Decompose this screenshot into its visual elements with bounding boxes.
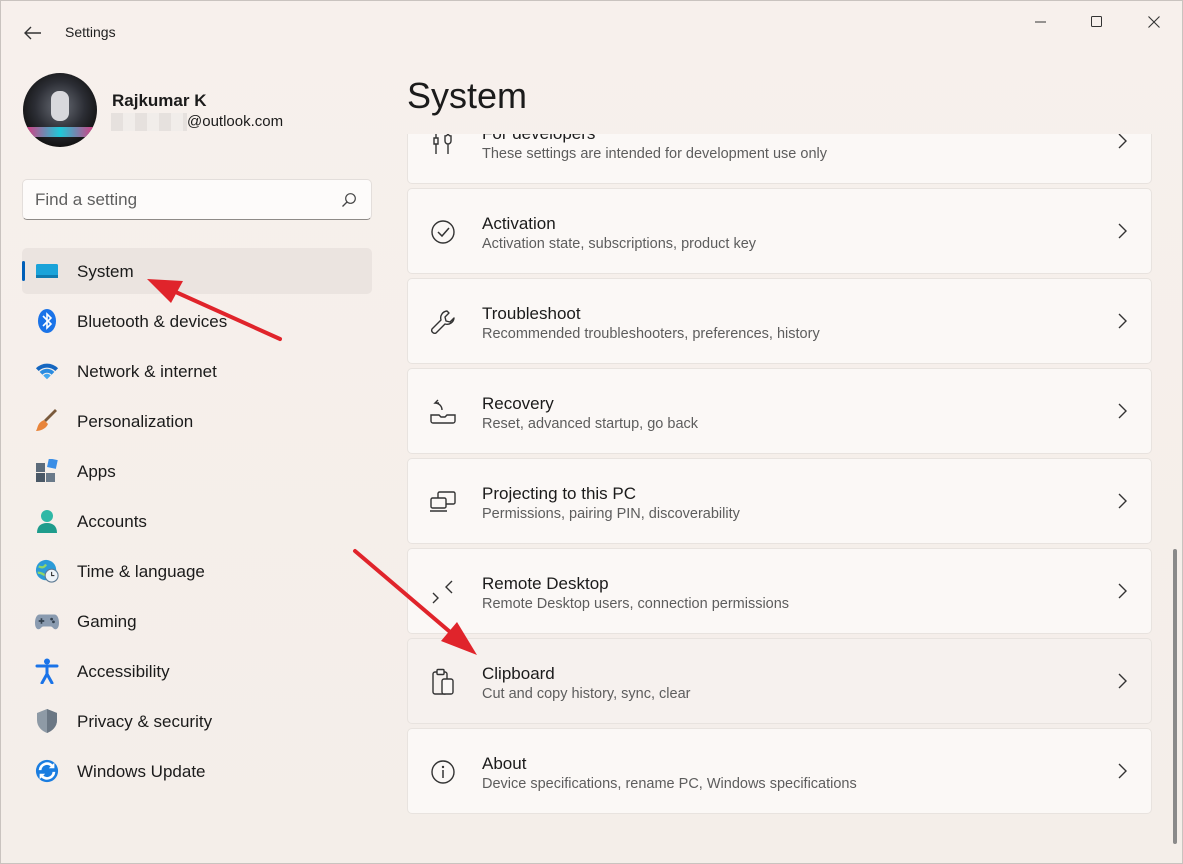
projecting-icon (428, 487, 458, 517)
card-description: Permissions, pairing PIN, discoverabilit… (482, 506, 740, 522)
app-title: Settings (65, 24, 116, 40)
minimize-button[interactable] (1018, 9, 1064, 35)
sidebar-item-time-language[interactable]: Time & language (22, 548, 372, 594)
info-icon (428, 757, 458, 787)
chevron-right-icon (1118, 403, 1127, 419)
card-description: Reset, advanced startup, go back (482, 416, 699, 432)
system-icon (35, 259, 59, 283)
sidebar-item-label: Network & internet (77, 362, 217, 381)
close-button[interactable] (1131, 9, 1177, 35)
search-icon[interactable] (341, 192, 357, 208)
sidebar-item-label: Time & language (77, 562, 205, 581)
sidebar-nav: System Bluetooth & devices Network & int… (22, 248, 372, 798)
card-description: Recommended troubleshooters, preferences… (482, 326, 820, 342)
card-about[interactable]: About Device specifications, rename PC, … (407, 728, 1152, 814)
title-bar: Settings (1, 1, 1182, 65)
settings-list: For developers These settings are intend… (407, 134, 1152, 864)
gamepad-icon (35, 609, 59, 633)
update-icon (35, 759, 59, 783)
close-icon (1148, 16, 1160, 28)
chevron-right-icon (1118, 673, 1127, 689)
card-title: About (482, 754, 527, 773)
maximize-button[interactable] (1074, 9, 1120, 35)
sidebar-item-system[interactable]: System (22, 248, 372, 294)
sidebar-item-accessibility[interactable]: Accessibility (22, 648, 372, 694)
sidebar-item-apps[interactable]: Apps (22, 448, 372, 494)
bluetooth-icon (35, 309, 59, 333)
wrench-icon (428, 307, 458, 337)
clipboard-icon (428, 667, 458, 697)
chevron-right-icon (1118, 313, 1127, 329)
card-for-developers[interactable]: For developers These settings are intend… (407, 134, 1152, 184)
settings-window: Settings Rajkumar K @outlook.com Find a … (0, 0, 1183, 864)
maximize-icon (1091, 16, 1102, 27)
profile-email: @outlook.com (187, 113, 284, 130)
search-box[interactable] (22, 179, 372, 220)
developer-tools-icon (428, 134, 458, 157)
sidebar-item-gaming[interactable]: Gaming (22, 598, 372, 644)
paintbrush-icon (35, 409, 59, 433)
card-remote-desktop[interactable]: Remote Desktop Remote Desktop users, con… (407, 548, 1152, 634)
chevron-right-icon (1118, 763, 1127, 779)
sidebar-item-label: Windows Update (77, 762, 206, 781)
card-description: Activation state, subscriptions, product… (482, 236, 757, 252)
card-projecting[interactable]: Projecting to this PC Permissions, pairi… (407, 458, 1152, 544)
card-title: Troubleshoot (482, 304, 581, 323)
card-title: For developers (482, 134, 595, 144)
wifi-icon (35, 359, 59, 383)
back-button[interactable] (19, 21, 47, 45)
card-clipboard[interactable]: Clipboard Cut and copy history, sync, cl… (407, 638, 1152, 724)
card-activation[interactable]: Activation Activation state, subscriptio… (407, 188, 1152, 274)
sidebar-item-privacy[interactable]: Privacy & security (22, 698, 372, 744)
sidebar-item-label: Gaming (77, 612, 137, 631)
card-description: These settings are intended for developm… (482, 146, 827, 162)
chevron-right-icon (1118, 223, 1127, 239)
sidebar-item-personalization[interactable]: Personalization (22, 398, 372, 444)
page-title: System (407, 75, 528, 116)
chevron-right-icon (1118, 493, 1127, 509)
minimize-icon (1035, 21, 1046, 23)
sidebar-item-label: Personalization (77, 412, 194, 431)
sidebar-item-label: Apps (77, 462, 116, 481)
scrollbar-thumb[interactable] (1173, 549, 1177, 844)
card-title: Remote Desktop (482, 574, 609, 593)
email-redaction (111, 113, 187, 131)
card-title: Clipboard (482, 664, 555, 683)
avatar[interactable] (23, 73, 97, 147)
remote-desktop-icon (428, 577, 458, 607)
card-title: Projecting to this PC (482, 484, 637, 503)
search-input[interactable] (35, 188, 335, 212)
chevron-right-icon (1118, 583, 1127, 599)
card-troubleshoot[interactable]: Troubleshoot Recommended troubleshooters… (407, 278, 1152, 364)
recovery-icon (428, 397, 458, 427)
apps-icon (35, 459, 59, 483)
check-circle-icon (428, 217, 458, 247)
sidebar-item-network[interactable]: Network & internet (22, 348, 372, 394)
sidebar-item-label: Accessibility (77, 662, 170, 681)
card-title: Activation (482, 214, 556, 233)
globe-clock-icon (35, 559, 59, 583)
card-title: Recovery (482, 394, 554, 413)
card-description: Remote Desktop users, connection permiss… (482, 596, 790, 612)
sidebar-item-label: Accounts (77, 512, 147, 531)
accounts-icon (35, 509, 59, 533)
card-description: Cut and copy history, sync, clear (482, 686, 691, 702)
sidebar-item-label: Privacy & security (77, 712, 213, 731)
accessibility-icon (35, 658, 59, 684)
sidebar-item-windows-update[interactable]: Windows Update (22, 748, 372, 794)
sidebar-item-accounts[interactable]: Accounts (22, 498, 372, 544)
profile-name: Rajkumar K (112, 91, 207, 110)
chevron-right-icon (1118, 134, 1127, 149)
shield-icon (35, 709, 59, 733)
active-indicator (22, 261, 25, 281)
card-description: Device specifications, rename PC, Window… (482, 776, 857, 792)
card-recovery[interactable]: Recovery Reset, advanced startup, go bac… (407, 368, 1152, 454)
sidebar-item-label: Bluetooth & devices (77, 312, 228, 331)
sidebar-item-bluetooth[interactable]: Bluetooth & devices (22, 298, 372, 344)
back-arrow-icon (24, 26, 41, 40)
sidebar-item-label: System (77, 262, 134, 281)
